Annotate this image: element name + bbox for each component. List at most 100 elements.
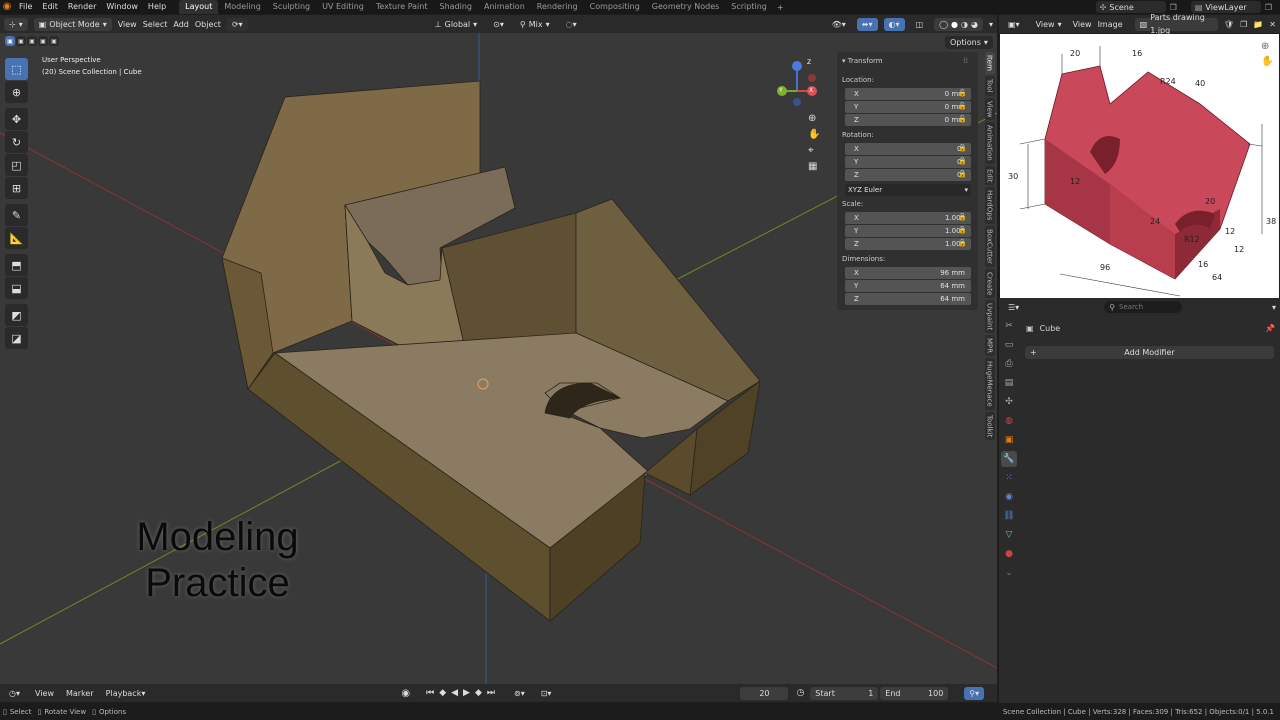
transform-tool-icon[interactable]: ⊞: [5, 177, 28, 199]
scale-x-field[interactable]: X 1.000: [845, 212, 971, 224]
data-tab-icon[interactable]: ▽: [1001, 527, 1017, 543]
select-new-icon[interactable]: ▣: [5, 36, 15, 46]
physics-tab-icon[interactable]: ◉: [1001, 489, 1017, 505]
output-tab-icon[interactable]: ⎙: [1001, 356, 1017, 372]
fake-user-icon[interactable]: 🛡: [1224, 20, 1234, 29]
sidebar-tab-item[interactable]: Item: [984, 52, 995, 74]
timeline-menu-marker[interactable]: Marker: [66, 687, 94, 700]
vp-menu-select[interactable]: Select: [143, 18, 168, 31]
select-intersect-icon[interactable]: ▣: [49, 36, 59, 46]
more-tabs-icon[interactable]: ⌄: [1001, 565, 1017, 581]
modifier-tab-icon[interactable]: 🔧: [1001, 451, 1017, 467]
scale-tool-icon[interactable]: ◰: [5, 154, 28, 176]
menu-window[interactable]: Window: [101, 0, 143, 14]
select-box-tool-icon[interactable]: ⬚: [5, 58, 28, 80]
timeline-editor-type[interactable]: ◷▾: [4, 687, 25, 700]
sidebar-tab-uvpaint[interactable]: Uvpaint: [984, 300, 995, 334]
properties-options-button[interactable]: ▾: [1272, 301, 1276, 314]
move-tool-icon[interactable]: ✥: [5, 108, 28, 130]
select-extend-icon[interactable]: ▣: [16, 36, 26, 46]
sidebar-tab-toolkit[interactable]: Toolkit: [984, 412, 995, 441]
sidebar-tab-boxcutter[interactable]: BoxCutter: [984, 225, 995, 267]
search-input[interactable]: Search: [1119, 303, 1143, 311]
open-image-icon[interactable]: 📁: [1253, 20, 1263, 29]
lock-location-y-icon[interactable]: 🔓: [958, 102, 967, 110]
transform-header[interactable]: ▾ Transform: [842, 57, 883, 65]
vp-menu-view[interactable]: View: [118, 18, 137, 31]
image-pan-icon[interactable]: ✋: [1261, 56, 1273, 67]
proportional-edit-button[interactable]: ◌▾: [561, 18, 582, 31]
scale-y-field[interactable]: Y 1.000: [845, 225, 971, 237]
location-x-field[interactable]: X0 mm: [845, 88, 971, 100]
lock-scale-x-icon[interactable]: 🔓: [958, 213, 967, 221]
shading-modes[interactable]: ◯ ● ◑ ◕: [934, 17, 983, 31]
mode-selector[interactable]: ▣ Object Mode ▾: [33, 17, 112, 31]
panel-drag-icon[interactable]: ⁞⁞: [963, 56, 968, 65]
workspace-tab-geometry-nodes[interactable]: Geometry Nodes: [646, 0, 725, 14]
sidebar-tab-view[interactable]: View: [984, 97, 995, 121]
particles-tab-icon[interactable]: ⁙: [1001, 470, 1017, 486]
workspace-tab-scripting[interactable]: Scripting: [725, 0, 773, 14]
properties-editor-type[interactable]: ☰▾: [1003, 301, 1024, 314]
image-view-mode[interactable]: View ▾: [1031, 18, 1067, 31]
image-editor-type[interactable]: ▣▾: [1003, 18, 1025, 31]
next-keyframe-icon[interactable]: ◆: [475, 688, 482, 698]
options-dropdown[interactable]: Options ▾: [945, 36, 993, 49]
select-invert-icon[interactable]: ▣: [38, 36, 48, 46]
rotation-z-field[interactable]: Z 0°: [845, 169, 971, 181]
end-frame-field[interactable]: End 100: [880, 686, 949, 700]
xray-button[interactable]: ◫: [911, 18, 929, 31]
new-viewlayer-icon[interactable]: ❐: [1265, 3, 1272, 12]
menu-edit[interactable]: Edit: [37, 0, 63, 14]
lock-scale-z-icon[interactable]: 🔓: [958, 239, 967, 247]
workspace-tab-modeling[interactable]: Modeling: [218, 0, 266, 14]
start-frame-field[interactable]: Start 1: [810, 686, 879, 700]
properties-search[interactable]: ⚲ Search: [1104, 301, 1183, 313]
workspace-tab-layout[interactable]: Layout: [179, 0, 219, 14]
world-tab-icon[interactable]: ◍: [1001, 413, 1017, 429]
wireframe-shading-icon[interactable]: ◯: [939, 18, 948, 31]
extrude-tool-icon[interactable]: ⬓: [5, 277, 28, 299]
orientation-selector[interactable]: ⊥ Global ▾: [430, 18, 483, 31]
ortho-grid-icon[interactable]: ▦: [808, 161, 820, 172]
editor-type-button[interactable]: ⊹ ▾: [4, 17, 28, 31]
overlay-button[interactable]: ◐▾: [883, 17, 905, 31]
record-icon[interactable]: ◉: [401, 688, 410, 699]
dimensions-y-field[interactable]: Y 64 mm: [845, 280, 971, 292]
lock-location-x-icon[interactable]: 🔓: [958, 89, 967, 97]
lock-location-z-icon[interactable]: 🔓: [958, 115, 967, 123]
timeline-menu-view[interactable]: View: [35, 687, 54, 700]
prev-keyframe-icon[interactable]: ◆: [439, 688, 446, 698]
timeline-menu-playback[interactable]: Playback: [106, 687, 142, 700]
add-cube-tool-icon[interactable]: ⬒: [5, 254, 28, 276]
image-browse[interactable]: ▧ Parts drawing 1.jpg: [1134, 13, 1218, 35]
dimensions-x-field[interactable]: X 96 mm: [845, 267, 971, 279]
workspace-tab-rendering[interactable]: Rendering: [531, 0, 584, 14]
gizmo-button[interactable]: ⬌▾: [856, 17, 878, 31]
menu-file[interactable]: File: [14, 0, 37, 14]
material-tab-icon[interactable]: ●: [1001, 546, 1017, 562]
image-editor[interactable]: ▣▾ View ▾ View Image ▧ Parts drawing 1.jpg…: [999, 13, 1280, 298]
sidebar-tab-mpr[interactable]: MPR: [984, 335, 995, 357]
keying-button[interactable]: ⊚▾: [509, 687, 530, 700]
select-subtract-icon[interactable]: ▣: [27, 36, 37, 46]
zoom-icon[interactable]: ⊕: [808, 113, 820, 124]
workspace-tab-sculpting[interactable]: Sculpting: [267, 0, 316, 14]
shear-tool-icon[interactable]: ◩: [5, 304, 28, 326]
image-close-icon[interactable]: ✕: [1269, 20, 1276, 29]
shading-options-button[interactable]: ▾: [989, 18, 993, 31]
jump-end-icon[interactable]: ⏭: [487, 688, 495, 698]
vp-menu-object[interactable]: Object: [195, 18, 221, 31]
visibility-button[interactable]: 👁▾: [827, 18, 851, 31]
cursor-tool-icon[interactable]: ⊕: [5, 81, 28, 103]
render-tab-icon[interactable]: ▭: [1001, 337, 1017, 353]
autokey-button[interactable]: ⊡▾: [536, 687, 557, 700]
scale-z-field[interactable]: Z 1.000: [845, 238, 971, 250]
sidebar-tab-hugemenace[interactable]: HugeMenace: [984, 358, 995, 410]
clock-icon[interactable]: ◷: [796, 688, 804, 698]
image-zoom-icon[interactable]: ⊕: [1261, 41, 1273, 52]
onion-button[interactable]: ⚲▾: [964, 686, 985, 700]
current-frame-field[interactable]: 20: [740, 686, 789, 700]
sidebar-tab-animation[interactable]: Animation: [984, 122, 995, 164]
lock-rotation-z-icon[interactable]: 🔓: [958, 170, 967, 178]
